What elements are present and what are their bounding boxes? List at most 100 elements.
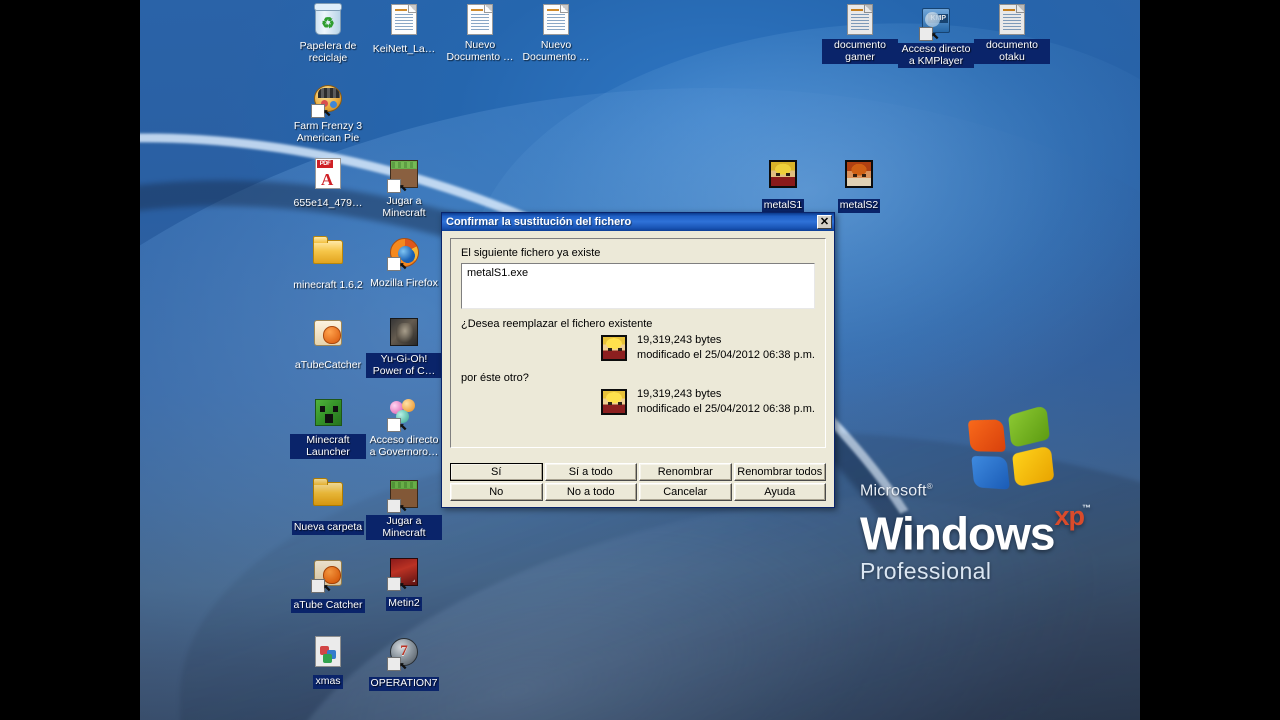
trademark-mark: ™ (1081, 502, 1091, 513)
desktop-icon-label: OPERATION7 (368, 677, 440, 691)
photo-icon (312, 636, 344, 668)
desktop-icon-label: Acceso directo a Governoro… (369, 434, 439, 458)
desktop-icon-label: Minecraft Launcher (290, 434, 366, 459)
desktop-icon-documento-otaku[interactable]: documento otaku (974, 4, 1050, 65)
with-question-label: por éste otro? (461, 372, 529, 384)
desktop-icon-label: Jugar a Minecraft (382, 195, 426, 219)
grass-icon (387, 160, 420, 193)
kmp-icon: KMP (919, 8, 952, 41)
atube-icon (312, 320, 344, 352)
desktop-icon-papelera-de-reciclaje[interactable]: ♻ Papelera de reciclaje (290, 3, 366, 66)
desktop-icon-big4x19[interactable]: big4x19 (1126, 4, 1140, 57)
desktop-icon-farm-frenzy-3-american-pie[interactable]: Farm Frenzy 3 American Pie (290, 82, 366, 146)
desktop-icon-label: Jugar a Minecraft (366, 515, 442, 540)
desktop-icon-documento-gamer[interactable]: documento gamer (822, 4, 898, 65)
dialog-button-ayuda[interactable]: Ayuda (733, 483, 826, 501)
desktop-icon-keinett-la[interactable]: KeiNett_La… (366, 4, 442, 57)
desktop-icon-label: Yu-Gi-Oh! Power of C… (366, 353, 442, 378)
firefox-icon (387, 238, 420, 271)
desktop-icon-atube-catcher[interactable]: aTube Catcher (290, 556, 366, 613)
dialog-body: El siguiente fichero ya existe metalS1.e… (442, 231, 834, 448)
close-icon[interactable]: ✕ (817, 215, 832, 229)
doc-icon (996, 4, 1028, 36)
edition-text: Professional (860, 558, 992, 584)
existing-file-name: metalS1.exe (467, 267, 529, 279)
windows-wordmark: Windowsxp™ (860, 501, 1110, 556)
dialog-button-row-1: Sí Sí a todo Renombrar Renombrar todos (450, 463, 826, 481)
desktop-icon-metals2[interactable]: metalS2 (821, 158, 897, 213)
creeper-icon (312, 399, 344, 431)
desktop-icon-xmas[interactable]: xmas (290, 636, 366, 689)
dialog-button-s[interactable]: Sí (450, 463, 543, 481)
existing-file-meta: 19,319,243 bytes modificado el 25/04/201… (637, 333, 815, 363)
new-file-size: 19,319,243 bytes (637, 388, 722, 400)
doc-icon (844, 4, 876, 36)
screen: ♻ Papelera de reciclaje KeiNett_La… Nuevo D… (0, 0, 1280, 720)
desktop-icon-atubecatcher[interactable]: aTubeCatcher (290, 316, 366, 373)
recycle-icon: ♻ (312, 3, 344, 37)
desktop-icon-acceso-directo-a-governoro[interactable]: Acceso directo a Governoro… (366, 396, 442, 460)
new-file-modified: modificado el 25/04/2012 06:38 p.m. (637, 403, 815, 415)
dialog-button-no-a-todo[interactable]: No a todo (544, 483, 637, 501)
replace-file-dialog[interactable]: Confirmar la sustitución del fichero ✕ E… (441, 212, 835, 508)
doc-icon (464, 4, 496, 36)
op7-icon (387, 638, 420, 671)
desktop-icon-jugar-a-minecraft[interactable]: Jugar a Minecraft (366, 478, 442, 541)
metin-icon (387, 558, 420, 591)
existing-file-modified: modificado el 25/04/2012 06:38 p.m. (637, 349, 815, 361)
desktop-icon-jugar-a-minecraft[interactable]: Jugar a Minecraft (366, 158, 442, 221)
desktop-icon-label: Nueva carpeta (291, 521, 365, 535)
registered-mark: ® (926, 482, 933, 492)
grass-icon (387, 480, 420, 513)
dialog-button-renombrar-todos[interactable]: Renombrar todos (733, 463, 826, 481)
folder-icon (312, 478, 344, 514)
desktop-icon-nuevo-documento[interactable]: Nuevo Documento … (518, 4, 594, 65)
desktop-icon-label: KeiNett_La… (372, 43, 436, 55)
desktop-icon-metin2[interactable]: Metin2 (366, 556, 442, 611)
desktop-icon-label: metalS1 (761, 199, 805, 213)
existing-file-row: 19,319,243 bytes modificado el 25/04/201… (495, 333, 815, 363)
existing-file-thumbnail-icon (601, 335, 628, 361)
desktop-icon-mozilla-firefox[interactable]: Mozilla Firefox (366, 236, 442, 291)
atube-icon (311, 560, 344, 593)
dialog-button-renombrar[interactable]: Renombrar (639, 463, 732, 481)
gear-icon (387, 399, 420, 432)
doc-icon (388, 4, 420, 36)
desktop-icon-label: Papelera de reciclaje (299, 40, 357, 64)
desktop-icon-655e14-479[interactable]: PDF A 655e14_479… (290, 158, 366, 211)
folder-icon (312, 236, 344, 272)
metalS1-icon (767, 160, 799, 192)
pdf-icon: PDF A (312, 158, 344, 190)
desktop-icon-label: xmas (313, 675, 343, 689)
file-exists-label: El siguiente fichero ya existe (461, 247, 601, 259)
metalS2-icon (843, 160, 875, 192)
desktop-icon-nueva-carpeta[interactable]: Nueva carpeta (290, 478, 366, 535)
desktop-icon-label: documento gamer (822, 39, 898, 64)
desktop-icon-operation7[interactable]: OPERATION7 (366, 636, 442, 691)
desktop-icon-minecraft-launcher[interactable]: Minecraft Launcher (290, 396, 366, 460)
dialog-button-s-a-todo[interactable]: Sí a todo (544, 463, 637, 481)
dialog-button-no[interactable]: No (450, 483, 543, 501)
new-file-thumbnail-icon (601, 389, 628, 415)
desktop-icon-acceso-directo-a-kmplayer[interactable]: KMPAcceso directo a KMPlayer (898, 4, 974, 69)
desktop-icon-label: metalS2 (837, 199, 881, 213)
desktop-icon-label: 655e14_479… (293, 197, 363, 209)
existing-file-listbox[interactable]: metalS1.exe (461, 263, 815, 309)
dialog-title-bar[interactable]: Confirmar la sustitución del fichero ✕ (442, 213, 834, 231)
desktop-icon-label: Metin2 (386, 597, 422, 611)
doc-icon (540, 4, 572, 36)
new-file-row: 19,319,243 bytes modificado el 25/04/201… (495, 387, 815, 417)
yugi-icon (388, 318, 420, 350)
desktop-icon-label: Nuevo Documento … (522, 39, 590, 63)
desktop-icon-minecraft-1-6-2[interactable]: minecraft 1.6.2 (290, 236, 366, 293)
dialog-button-cancelar[interactable]: Cancelar (639, 483, 732, 501)
desktop-icon-metals1[interactable]: metalS1 (745, 158, 821, 213)
dialog-title: Confirmar la sustitución del fichero (446, 216, 632, 228)
desktop-icon-label: aTube Catcher (291, 599, 365, 613)
desktop-icon-nuevo-documento[interactable]: Nuevo Documento … (442, 4, 518, 65)
dialog-button-row-2: No No a todo Cancelar Ayuda (450, 483, 826, 501)
windows-text: Windows (860, 507, 1055, 559)
desktop-icon-yu-gi-oh-power-of-c[interactable]: Yu-Gi-Oh! Power of C… (366, 316, 442, 379)
existing-file-size: 19,319,243 bytes (637, 334, 722, 346)
desktop-icon-label: documento otaku (974, 39, 1050, 64)
